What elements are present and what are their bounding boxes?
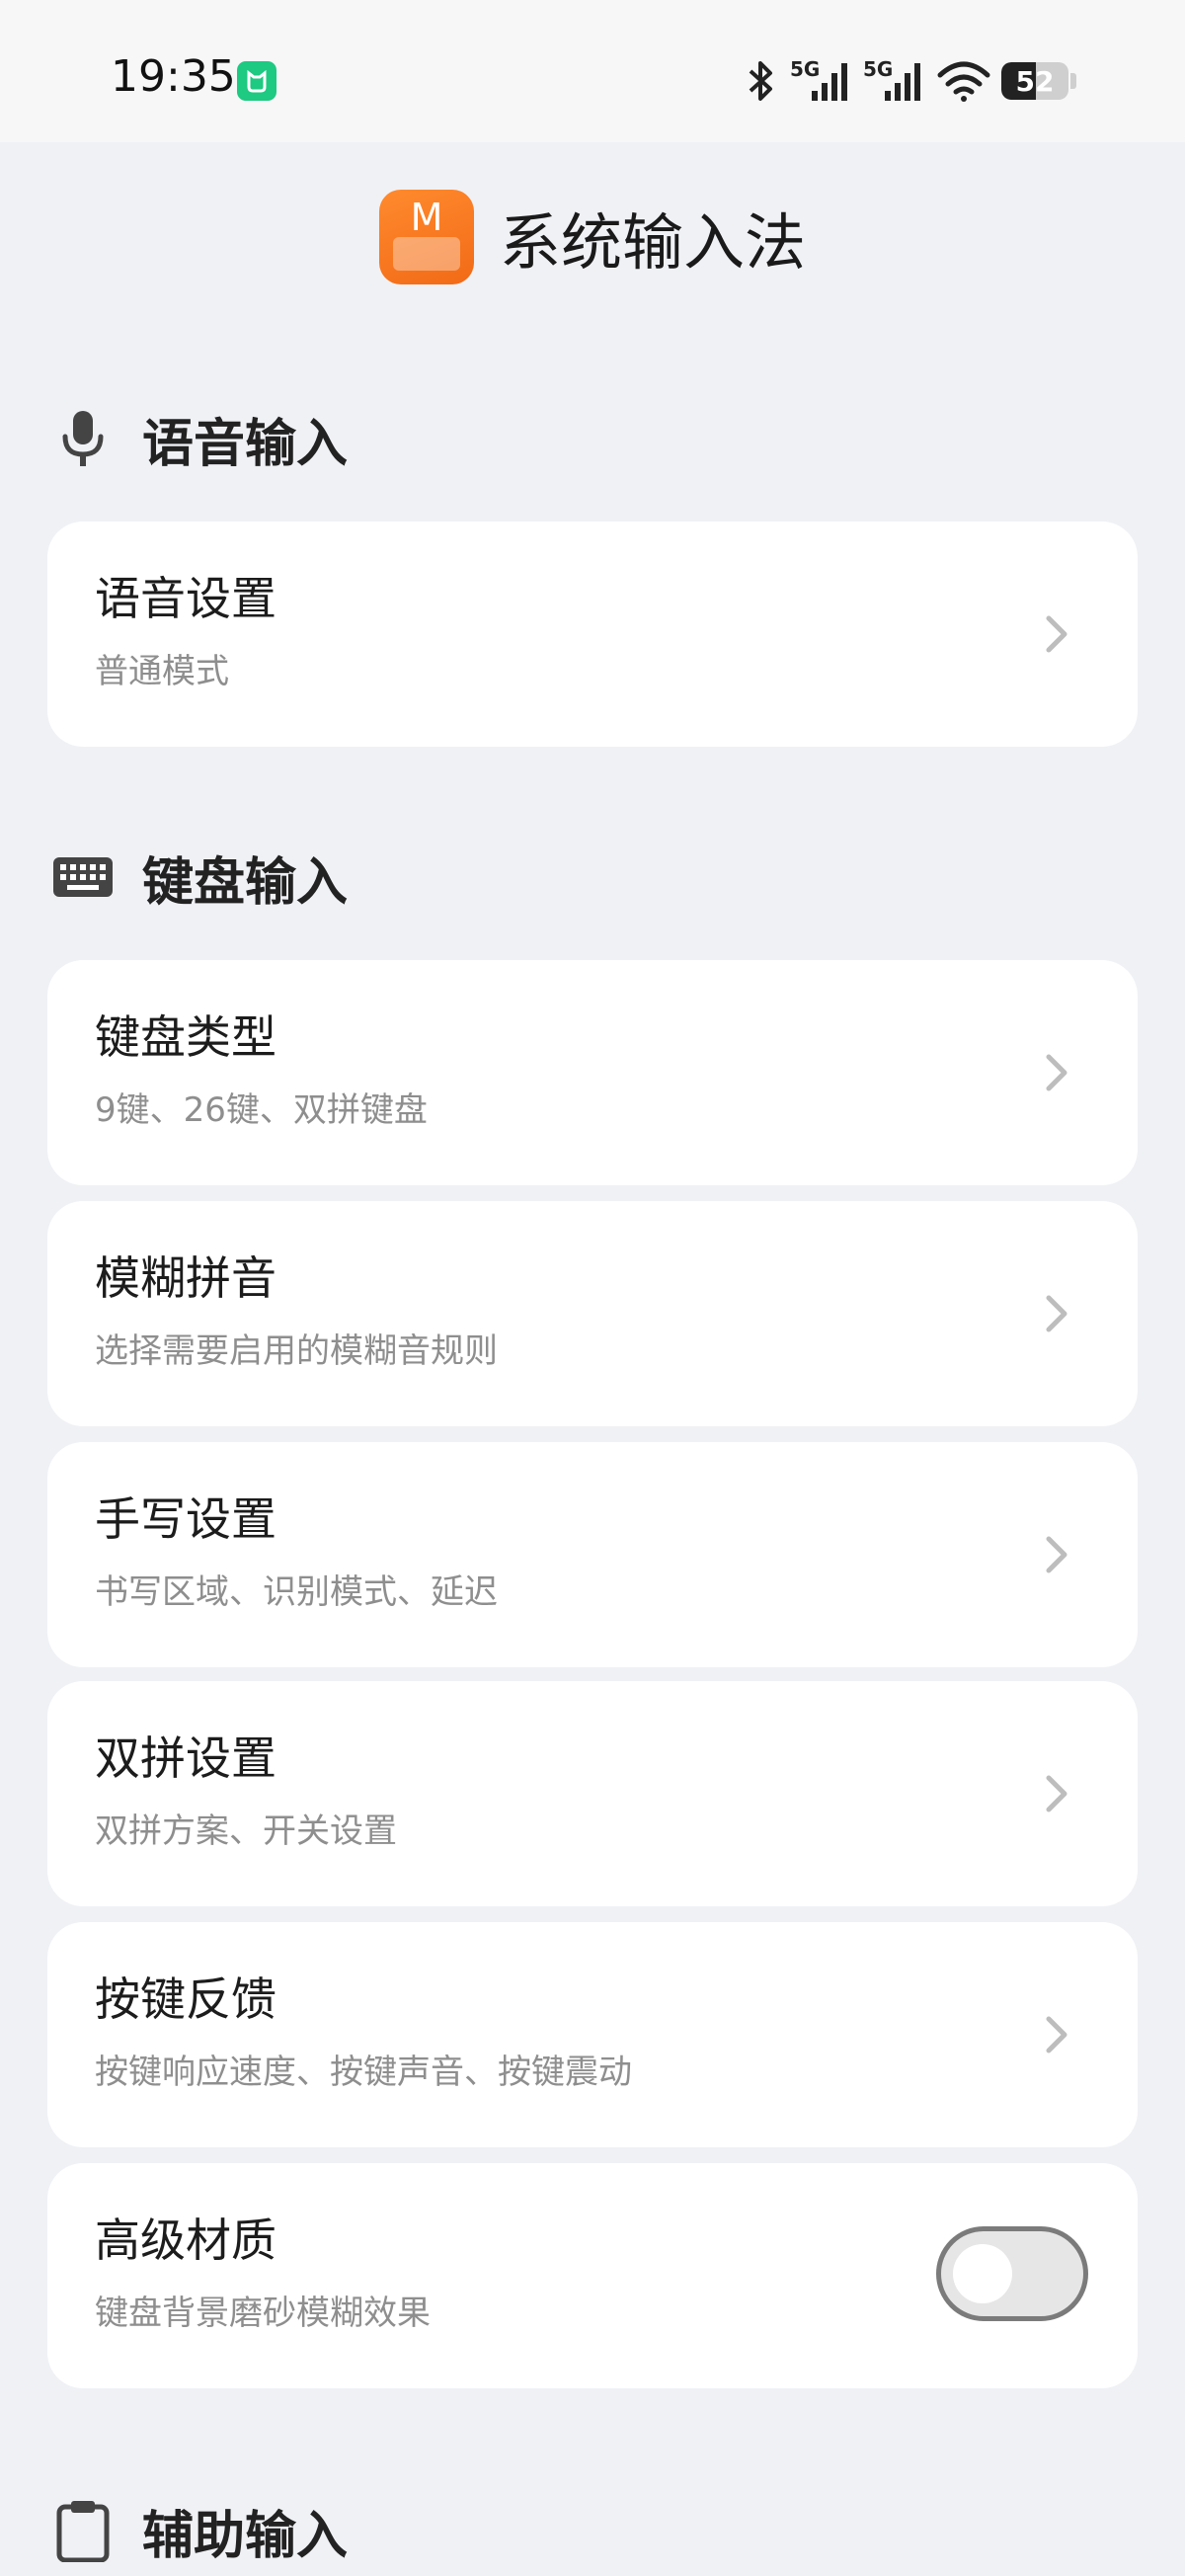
signal-icon: 5G (863, 57, 926, 105)
chevron-right-icon (1046, 1536, 1067, 1573)
list-item-subtitle: 选择需要启用的模糊音规则 (95, 1331, 498, 1371)
page-title: 系统输入法 (499, 206, 806, 279)
toggle-knob (953, 2244, 1012, 2303)
section-title: 键盘输入 (142, 852, 349, 913)
chevron-right-icon (1046, 1295, 1067, 1332)
list-item-key-feedback[interactable]: 按键反馈 按键响应速度、按键声音、按键震动 (47, 1922, 1138, 2147)
list-item-title: 双拼设置 (95, 1731, 276, 1785)
list-item-subtitle: 键盘背景磨砂模糊效果 (95, 2294, 431, 2333)
bluetooth-icon (741, 59, 780, 103)
list-item-title: 键盘类型 (95, 1010, 276, 1064)
app-notification-icon (237, 61, 276, 101)
app-header: M 系统输入法 (0, 188, 1185, 286)
section-title: 语音输入 (142, 414, 349, 474)
battery-icon: 52 (1001, 62, 1068, 100)
clipboard-icon (51, 2499, 115, 2562)
list-item-subtitle: 按键响应速度、按键声音、按键震动 (95, 2053, 632, 2092)
list-item-title: 语音设置 (95, 572, 276, 625)
list-item-fuzzy-pinyin[interactable]: 模糊拼音 选择需要启用的模糊音规则 (47, 1201, 1138, 1426)
list-item-title: 按键反馈 (95, 1972, 276, 2026)
app-logo: M (378, 190, 474, 284)
list-item-subtitle: 普通模式 (95, 652, 229, 691)
list-item-subtitle: 双拼方案、开关设置 (95, 1811, 397, 1851)
list-item-handwriting-settings[interactable]: 手写设置 书写区域、识别模式、延迟 (47, 1442, 1138, 1667)
list-item-shuangpin-settings[interactable]: 双拼设置 双拼方案、开关设置 (47, 1681, 1138, 1906)
list-item-advanced-material: 高级材质 键盘背景磨砂模糊效果 (47, 2163, 1138, 2388)
microphone-icon (51, 407, 115, 470)
advanced-material-toggle[interactable] (936, 2226, 1088, 2321)
chevron-right-icon (1046, 615, 1067, 653)
logo-letter: M (410, 196, 443, 239)
section-title: 辅助输入 (142, 2506, 349, 2566)
list-item-subtitle: 书写区域、识别模式、延迟 (95, 1572, 498, 1612)
list-item-title: 模糊拼音 (95, 1251, 276, 1305)
list-item-keyboard-type[interactable]: 键盘类型 9键、26键、双拼键盘 (47, 960, 1138, 1185)
section-header-keyboard: 键盘输入 (51, 838, 348, 917)
battery-cap (1070, 73, 1076, 89)
signal-icon: 5G (790, 57, 853, 105)
list-item-title: 手写设置 (95, 1492, 276, 1546)
list-item-subtitle: 9键、26键、双拼键盘 (95, 1090, 428, 1130)
keyboard-glyph (392, 237, 460, 271)
list-item-voice-settings[interactable]: 语音设置 普通模式 (47, 522, 1138, 747)
list-item-title: 高级材质 (95, 2214, 276, 2267)
keyboard-icon (51, 845, 115, 909)
wifi-icon (936, 59, 991, 103)
battery-level: 52 (1015, 64, 1055, 98)
chevron-right-icon (1046, 1775, 1067, 1812)
status-time: 19:35 (111, 51, 236, 102)
chevron-right-icon (1046, 1054, 1067, 1091)
section-header-assist: 辅助输入 (51, 2491, 348, 2570)
status-indicators: 5G 5G 52 (741, 53, 1076, 109)
status-bar: 19:35 5G 5G 52 (0, 0, 1185, 142)
chevron-right-icon (1046, 2016, 1067, 2053)
section-header-voice: 语音输入 (51, 399, 348, 478)
